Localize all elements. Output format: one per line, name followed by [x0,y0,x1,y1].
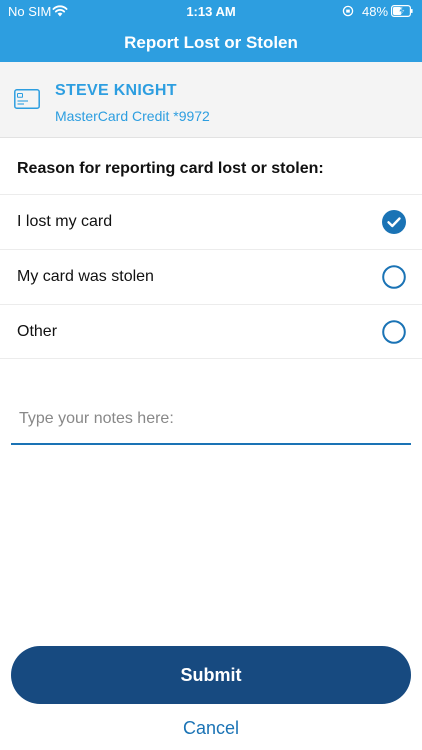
header-bar: No SIM 1:13 AM 48% Report Lost or Stolen [0,0,422,62]
notes-input[interactable] [11,395,411,445]
submit-button[interactable]: Submit [11,646,411,704]
radio-checked-icon[interactable] [382,210,406,234]
card-summary: STEVE KNIGHT MasterCard Credit *9972 [0,62,422,138]
reason-option-label: I lost my card [17,213,113,230]
status-bar: No SIM 1:13 AM 48% [0,0,422,24]
card-description: MasterCard Credit *9972 [55,108,210,124]
divider [0,358,422,359]
reason-option-stolen[interactable]: My card was stolen [0,249,422,304]
battery-percentage: 48% [362,4,389,19]
reason-option-label: Other [17,323,58,340]
reason-heading: Reason for reporting card lost or stolen… [17,160,324,177]
credit-card-icon [14,89,40,109]
radio-unchecked-icon[interactable] [382,265,406,289]
card-holder-name: STEVE KNIGHT [55,82,177,99]
reason-option-other[interactable]: Other [0,304,422,359]
battery-charging-icon [391,5,413,17]
cancel-button[interactable]: Cancel [0,718,422,739]
status-time: 1:13 AM [186,4,236,19]
orientation-lock-icon [342,5,354,17]
reason-option-lost[interactable]: I lost my card [0,194,422,249]
page-title: Report Lost or Stolen [124,33,298,52]
radio-unchecked-icon[interactable] [382,320,406,344]
reason-option-label: My card was stolen [17,268,154,285]
